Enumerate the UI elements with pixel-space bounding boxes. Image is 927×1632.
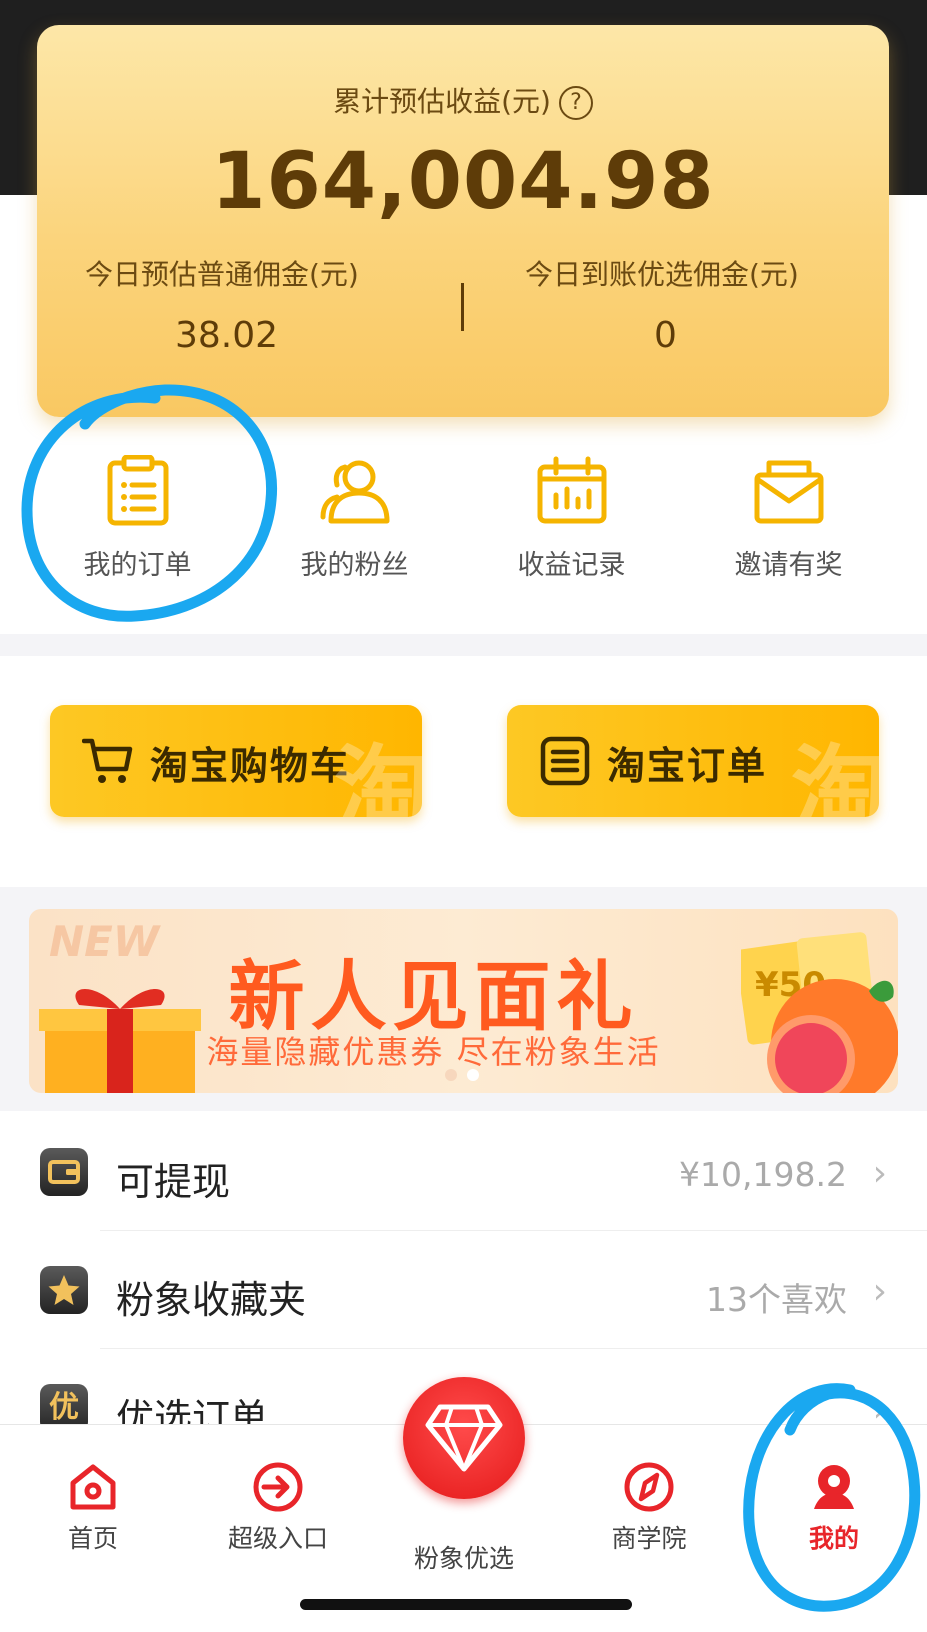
list-item-withdrawable[interactable]: 可提现 ¥10,198.2 › (0, 1113, 927, 1231)
new-user-banner[interactable]: NEW 新人见面礼 海量隐藏优惠券 尽在粉象生活 ¥50 (29, 909, 898, 1093)
enter-icon (253, 1462, 303, 1512)
list-item-label: 可提现 (116, 1160, 231, 1204)
taobao-orders-label: 淘宝订单 (607, 744, 768, 788)
today-select-commission-value: 0 (654, 315, 677, 356)
tab-fenxiang-select-label: 粉象优选 (413, 1544, 514, 1573)
envelope-icon (754, 460, 823, 524)
today-select-commission-label: 今日到账优选佣金(元) (525, 258, 799, 291)
quick-invite-reward[interactable]: 邀请有奖 (680, 455, 897, 582)
quick-my-fans-label: 我的粉丝 (300, 550, 409, 581)
compass-icon (624, 1462, 674, 1512)
home-indicator (300, 1599, 632, 1610)
wallet-icon (40, 1148, 88, 1196)
cart-icon (82, 738, 133, 783)
chevron-right-icon: › (872, 1153, 887, 1194)
favorites-count: 13个喜欢 (706, 1280, 847, 1319)
tab-business-school-label: 商学院 (611, 1524, 687, 1553)
list-icon (540, 736, 590, 786)
clipboard-icon (107, 455, 168, 526)
tab-super-entry-label: 超级入口 (227, 1524, 328, 1553)
taobao-orders-button[interactable]: 淘宝订单 淘 (507, 705, 879, 817)
list-item-favorites[interactable]: 粉象收藏夹 13个喜欢 › (0, 1231, 927, 1349)
quick-my-orders[interactable]: 我的订单 (29, 455, 246, 582)
quick-invite-reward-label: 邀请有奖 (734, 550, 843, 581)
quick-actions: 我的订单 我的粉丝 收益记录 邀请有奖 (0, 455, 927, 615)
chevron-right-icon: › (872, 1271, 887, 1312)
tab-fenxiang-select[interactable]: 粉象优选 (384, 1539, 544, 1575)
star-icon (40, 1266, 88, 1314)
help-icon[interactable]: ? (558, 86, 593, 120)
tab-home[interactable]: 首页 (13, 1461, 173, 1555)
earnings-total: 164,004.98 (211, 137, 715, 227)
profile-icon (814, 1465, 854, 1509)
withdrawable-amount: ¥10,198.2 (679, 1155, 847, 1194)
earnings-divider (461, 283, 464, 331)
diamond-icon (425, 1404, 503, 1472)
tab-mine-label: 我的 (808, 1524, 859, 1553)
carousel-dot-active[interactable] (467, 1069, 479, 1081)
today-normal-commission-label: 今日预估普通佣金(元) (85, 258, 359, 291)
quick-my-orders-label: 我的订单 (83, 550, 192, 581)
carousel-dot[interactable] (445, 1069, 457, 1081)
tab-business-school[interactable]: 商学院 (569, 1461, 729, 1555)
quick-earnings-record-label: 收益记录 (517, 550, 626, 581)
tab-mine[interactable]: 我的 (754, 1461, 914, 1555)
taobao-cart-button[interactable]: 淘宝购物车 淘 (50, 705, 422, 817)
taobao-watermark: 淘 (334, 735, 422, 817)
quick-earnings-record[interactable]: 收益记录 (463, 455, 680, 582)
earnings-title: 累计预估收益(元)? (37, 80, 889, 120)
tab-super-entry[interactable]: 超级入口 (198, 1461, 358, 1555)
tab-center-button[interactable] (403, 1377, 525, 1499)
calendar-chart-icon (537, 456, 606, 524)
quick-my-fans[interactable]: 我的粉丝 (246, 455, 463, 582)
section-gap (0, 634, 927, 656)
taobao-watermark: 淘 (791, 735, 879, 817)
home-icon (70, 1464, 116, 1510)
taobao-cart-label: 淘宝购物车 (150, 744, 351, 788)
today-normal-commission-value: 38.02 (175, 315, 279, 356)
tab-home-label: 首页 (67, 1524, 118, 1553)
earnings-card: 累计预估收益(元)? 164,004.98 今日预估普通佣金(元) 38.02 … (37, 25, 889, 417)
grapefruit-icon (767, 979, 898, 1093)
list-item-label: 粉象收藏夹 (116, 1278, 307, 1322)
fans-icon (320, 460, 389, 524)
